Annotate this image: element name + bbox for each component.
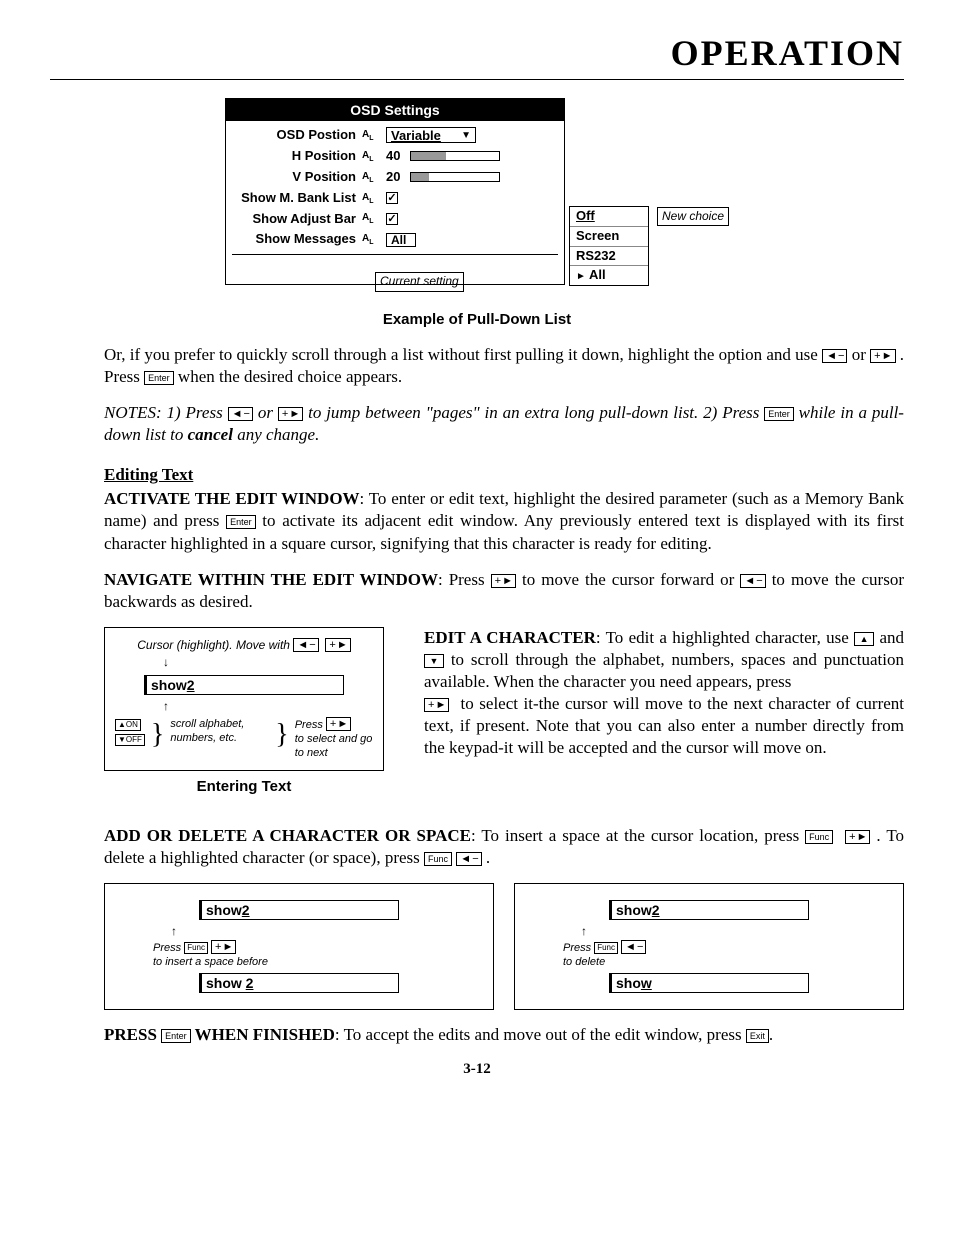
al-marker: AL <box>362 149 380 164</box>
osd-dropdown-list[interactable]: Off Screen RS232 ► All <box>569 206 649 287</box>
al-marker: AL <box>362 170 380 185</box>
key-up: ▲ <box>854 632 874 646</box>
page-number: 3-12 <box>50 1060 904 1080</box>
osd-messages-label: Show Messages <box>232 231 362 248</box>
key-func: Func <box>424 852 452 866</box>
osd-settings-panel: OSD Settings OSD Postion AL Variable▼ H … <box>225 98 565 286</box>
paragraph-add-delete: ADD OR DELETE A CHARACTER OR SPACE: To i… <box>104 825 904 869</box>
edit-field-example: show2 <box>144 675 344 695</box>
key-left-minus: ◄ − <box>740 574 765 588</box>
key-plus-right: + ► <box>278 407 303 421</box>
entering-text-caption: Entering Text <box>104 777 384 797</box>
dropdown-item[interactable]: ► All <box>570 266 648 285</box>
osd-hpos-slider[interactable] <box>410 151 500 161</box>
key-left-minus: ◄ − <box>456 852 481 866</box>
key-up-on: ▲ON <box>115 719 141 731</box>
osd-adjust-label: Show Adjust Bar <box>232 211 362 228</box>
key-left-minus: ◄ − <box>621 940 646 954</box>
callout-new-choice: New choice <box>657 207 729 227</box>
osd-hpos-value: 40 <box>386 148 406 165</box>
osd-vpos-label: V Position <box>232 169 362 186</box>
paragraph-navigate: NAVIGATE WITHIN THE EDIT WINDOW: Press +… <box>104 569 904 613</box>
key-plus-right: + ► <box>211 940 236 954</box>
key-left-minus: ◄ − <box>293 638 318 652</box>
osd-figure: OSD Settings OSD Postion AL Variable▼ H … <box>50 98 904 330</box>
osd-adjust-checkbox[interactable]: ✓ <box>386 213 398 225</box>
al-marker: AL <box>362 128 380 143</box>
osd-messages-value[interactable]: All <box>386 233 416 247</box>
osd-postion-select[interactable]: Variable▼ <box>386 127 476 143</box>
key-plus-right: + ► <box>326 717 351 731</box>
al-marker: AL <box>362 232 380 247</box>
key-left-minus: ◄ − <box>822 349 847 363</box>
key-enter: Enter <box>144 371 174 385</box>
key-plus-right: + ► <box>870 349 895 363</box>
osd-vpos-slider[interactable] <box>410 172 500 182</box>
osd-bank-label: Show M. Bank List <box>232 190 362 207</box>
osd-postion-label: OSD Postion <box>232 127 362 144</box>
key-exit: Exit <box>746 1029 769 1043</box>
key-left-minus: ◄ − <box>228 407 253 421</box>
al-marker: AL <box>362 191 380 206</box>
paragraph-notes: NOTES: 1) Press ◄ − or + ► to jump betwe… <box>104 402 904 446</box>
key-func: Func <box>184 942 208 954</box>
osd-vpos-value: 20 <box>386 169 406 186</box>
dropdown-item[interactable]: RS232 <box>570 247 648 267</box>
osd-header: OSD Settings <box>226 99 564 121</box>
delete-char-figure: show2 ↑ Press Func ◄ − to delete show <box>514 883 904 1010</box>
key-down-off: ▼OFF <box>115 734 145 746</box>
al-marker: AL <box>362 211 380 226</box>
key-down: ▼ <box>424 654 444 668</box>
key-plus-right: + ► <box>325 638 350 652</box>
dual-figure: show2 ↑ Press Func + ► to insert a space… <box>104 883 904 1010</box>
key-func: Func <box>805 830 833 844</box>
dropdown-item[interactable]: Screen <box>570 227 648 247</box>
page-title: OPERATION <box>50 30 904 80</box>
paragraph-scroll-list: Or, if you prefer to quickly scroll thro… <box>104 344 904 388</box>
key-plus-right: + ► <box>491 574 516 588</box>
dropdown-item[interactable]: Off <box>570 207 648 227</box>
osd-figure-caption: Example of Pull-Down List <box>50 310 904 330</box>
key-plus-right: + ► <box>424 698 449 712</box>
callout-current-setting: Current setting <box>375 272 464 292</box>
key-enter: Enter <box>226 515 256 529</box>
key-func: Func <box>594 942 618 954</box>
paragraph-edit-character: EDIT A CHARACTER: To edit a highlighted … <box>424 627 904 760</box>
key-enter: Enter <box>764 407 794 421</box>
paragraph-finish: PRESS Enter WHEN FINISHED: To accept the… <box>104 1024 904 1046</box>
osd-bank-checkbox[interactable]: ✓ <box>386 192 398 204</box>
paragraph-activate: ACTIVATE THE EDIT WINDOW: To enter or ed… <box>104 488 904 554</box>
insert-space-figure: show2 ↑ Press Func + ► to insert a space… <box>104 883 494 1010</box>
key-plus-right: + ► <box>845 830 870 844</box>
key-enter: Enter <box>161 1029 191 1043</box>
section-editing-text: Editing Text <box>104 464 904 486</box>
osd-hpos-label: H Position <box>232 148 362 165</box>
entering-text-figure: Cursor (highlight). Move with ◄ − + ► ↓ … <box>104 627 384 811</box>
